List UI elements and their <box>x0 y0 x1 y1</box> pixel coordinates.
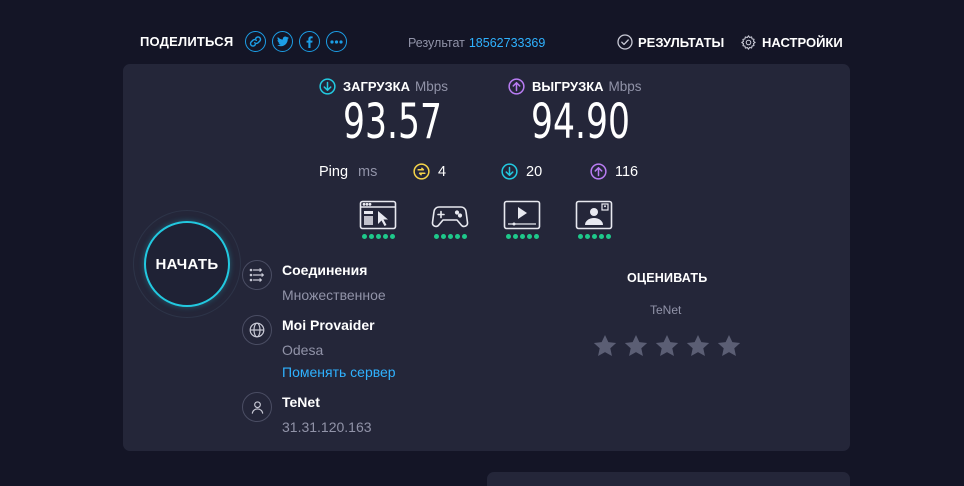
upload-label: ВЫГРУЗКА <box>532 79 604 94</box>
settings-link[interactable]: НАСТРОЙКИ <box>740 34 843 51</box>
ping-download-value: 20 <box>526 163 543 180</box>
connections-mode[interactable]: Множественное <box>282 287 386 303</box>
globe-icon <box>242 315 272 345</box>
ping-download-icon <box>501 163 518 180</box>
more-icon <box>330 39 343 44</box>
share-twitter-button[interactable] <box>272 31 294 52</box>
download-unit: Mbps <box>414 79 448 94</box>
share-facebook-button[interactable] <box>299 31 321 52</box>
result-id: Результат 18562733369 <box>408 36 545 50</box>
results-label: РЕЗУЛЬТАТЫ <box>638 34 725 50</box>
user-icon <box>242 392 272 422</box>
client-isp: TeNet <box>282 394 320 410</box>
server-name: Moi Provaider <box>282 317 375 333</box>
ping-label: Ping <box>319 164 349 180</box>
ping-upload-icon <box>590 163 607 180</box>
check-circle-icon <box>617 34 633 50</box>
ping-row: Ping ms 4 20 116 <box>123 163 850 183</box>
client-ip: 31.31.120.163 <box>282 419 372 435</box>
gaming-icon <box>431 206 469 228</box>
ping-unit: ms <box>358 164 378 180</box>
result-label: Результат <box>408 36 465 50</box>
rating-gaming[interactable] <box>430 200 470 239</box>
star-icon[interactable] <box>685 333 711 359</box>
ping-upload-value: 116 <box>615 163 639 180</box>
gear-icon <box>740 34 757 51</box>
web-browsing-dots <box>361 234 396 239</box>
rating-web-browsing[interactable] <box>358 200 398 239</box>
video-chat-icon <box>575 200 613 230</box>
download-arrow-icon <box>319 78 336 95</box>
video-streaming-icon <box>503 200 541 230</box>
video-chat-dots <box>577 234 612 239</box>
video-streaming-dots <box>505 234 540 239</box>
results-link[interactable]: РЕЗУЛЬТАТЫ <box>617 34 724 50</box>
star-icon[interactable] <box>654 333 680 359</box>
rating-video-chat[interactable] <box>574 200 614 239</box>
jitter-icon <box>413 163 430 180</box>
web-browsing-icon <box>359 200 397 230</box>
star-icon[interactable] <box>623 333 649 359</box>
settings-label: НАСТРОЙКИ <box>762 35 843 50</box>
download-label: ЗАГРУЗКА <box>343 79 410 94</box>
twitter-icon <box>276 36 289 47</box>
rating-stars <box>592 333 747 359</box>
results-panel: ЗАГРУЗКА Mbps 93.57 ВЫГРУЗКА Mbps 94.90 … <box>123 64 850 451</box>
link-icon <box>250 36 262 47</box>
rating-video-streaming[interactable] <box>502 200 542 239</box>
secondary-panel <box>487 472 850 486</box>
upload-unit: Mbps <box>608 79 642 94</box>
share-group: ПОДЕЛИТЬСЯ <box>140 31 348 52</box>
rate-title: ОЦЕНИВАТЬ <box>627 271 708 285</box>
share-link-button[interactable] <box>245 31 267 52</box>
connections-title: Соединения <box>282 262 368 278</box>
result-id-link[interactable]: 18562733369 <box>469 36 545 50</box>
facebook-icon <box>306 35 314 48</box>
jitter-value: 4 <box>438 163 447 180</box>
ping-download: 20 <box>501 163 542 180</box>
start-button-ring: НАЧАТЬ <box>133 210 241 318</box>
ping-upload: 116 <box>590 163 638 180</box>
ping-jitter: 4 <box>413 163 446 180</box>
connections-icon <box>242 260 272 290</box>
download-value: 93.57 <box>343 94 442 150</box>
upload-header: ВЫГРУЗКА Mbps <box>508 78 642 95</box>
rate-isp: TeNet <box>650 303 682 317</box>
upload-arrow-icon <box>508 78 525 95</box>
server-location: Odesa <box>282 342 324 358</box>
star-icon[interactable] <box>716 333 742 359</box>
top-bar: ПОДЕЛИТЬСЯ Результат 18562733369 РЕЗУЛЬТ… <box>0 28 964 58</box>
download-header: ЗАГРУЗКА Mbps <box>319 78 448 95</box>
gaming-dots <box>433 234 468 239</box>
star-icon[interactable] <box>592 333 618 359</box>
share-label: ПОДЕЛИТЬСЯ <box>140 34 234 49</box>
upload-value: 94.90 <box>531 94 630 150</box>
change-server-link[interactable]: Поменять сервер <box>282 364 396 380</box>
start-button[interactable]: НАЧАТЬ <box>144 221 230 307</box>
share-more-button[interactable] <box>326 31 348 52</box>
